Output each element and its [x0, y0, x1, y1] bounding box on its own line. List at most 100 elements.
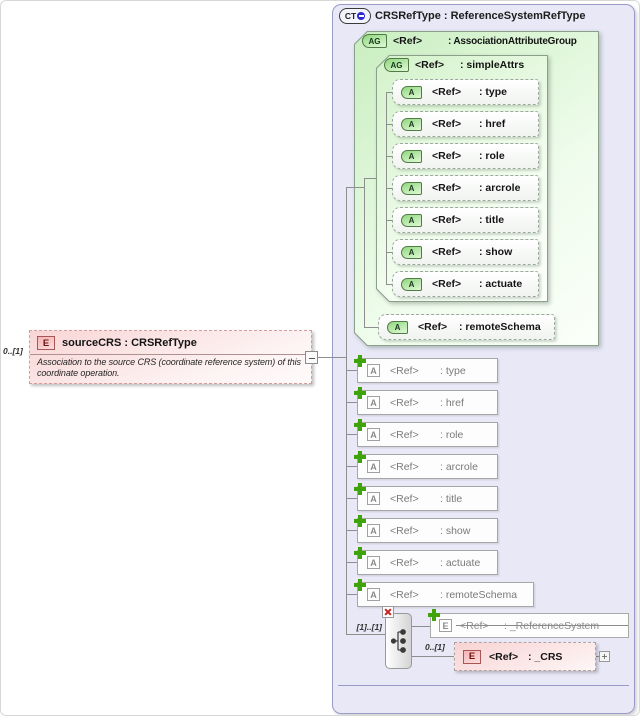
- attr-ref: <Ref>: [432, 246, 462, 258]
- source-header: E sourceCRS : CRSRefType: [30, 331, 311, 350]
- add-attribute-icon[interactable]: [354, 451, 366, 463]
- collapse-dot-icon: [357, 12, 366, 20]
- connector-line: [346, 594, 357, 595]
- connector-line: [346, 370, 357, 371]
- attribute-icon: A: [387, 320, 408, 334]
- attr-row-remoteSchema[interactable]: A <Ref> : remoteSchema: [378, 314, 555, 340]
- attr-name: : remoteSchema: [440, 588, 518, 601]
- element-icon: E: [439, 619, 452, 632]
- attr-ref: <Ref>: [432, 150, 462, 162]
- connector-line: [346, 402, 357, 403]
- add-attribute-icon[interactable]: [354, 387, 366, 399]
- attr-ref: <Ref>: [390, 556, 419, 569]
- add-attribute-icon[interactable]: [354, 419, 366, 431]
- simpleattrs-header: AG <Ref> : simpleAttrs: [384, 58, 524, 72]
- attr-ref: <Ref>: [418, 321, 448, 333]
- attribute-icon: A: [401, 85, 422, 99]
- complextype-icon[interactable]: CT: [339, 8, 371, 24]
- attr-name: : show: [479, 246, 513, 258]
- local-attr-row-href[interactable]: A <Ref> : href: [357, 390, 498, 415]
- element-ref: <Ref>: [489, 650, 519, 663]
- attributegroup-name: : AssociationAttributeGroup: [448, 35, 577, 47]
- attr-row-arcrole[interactable]: A <Ref> : arcrole: [392, 175, 539, 201]
- attribute-icon: A: [367, 364, 380, 377]
- strikethrough-line: [456, 625, 628, 626]
- local-attr-row-actuate[interactable]: A <Ref> : actuate: [357, 550, 498, 575]
- simpleattrs-ref: <Ref>: [415, 59, 445, 71]
- add-element-icon[interactable]: [428, 609, 440, 621]
- connector-line: [346, 498, 357, 499]
- complextype-title: CRSRefType : ReferenceSystemRefType: [375, 10, 586, 22]
- attr-name: : href: [440, 396, 464, 409]
- connector-line: [412, 626, 430, 627]
- attr-ref: <Ref>: [390, 364, 419, 377]
- local-attr-row-remoteSchema[interactable]: A <Ref> : remoteSchema: [357, 582, 534, 607]
- remove-icon[interactable]: [382, 606, 394, 618]
- collapse-toggle-icon[interactable]: [305, 351, 318, 364]
- attr-name: : arcrole: [479, 182, 521, 194]
- add-attribute-icon[interactable]: [354, 579, 366, 591]
- attr-name: : actuate: [440, 556, 481, 569]
- complextype-icon-label: CT: [344, 10, 357, 21]
- local-attr-row-type[interactable]: A <Ref> : type: [357, 358, 498, 383]
- attribute-icon: A: [401, 245, 422, 259]
- element-icon: E: [463, 649, 481, 664]
- connector-line: [346, 187, 347, 634]
- element-box-sourceCRS[interactable]: E sourceCRS : CRSRefType Association to …: [29, 330, 312, 384]
- schema-diagram-canvas: CT CRSRefType : ReferenceSystemRefType A…: [0, 0, 640, 716]
- simpleattrs-name: : simpleAttrs: [460, 59, 525, 71]
- attr-name: : title: [479, 214, 505, 226]
- expand-icon[interactable]: [599, 651, 610, 662]
- attribute-icon: A: [367, 588, 380, 601]
- attribute-icon: A: [401, 149, 422, 163]
- attr-row-title[interactable]: A <Ref> : title: [392, 207, 539, 233]
- attribute-icon: A: [401, 181, 422, 195]
- attr-name: : arcrole: [440, 460, 478, 473]
- connector-line: [364, 327, 378, 328]
- attr-name: : remoteSchema: [459, 321, 541, 333]
- add-attribute-icon[interactable]: [354, 515, 366, 527]
- attr-ref: <Ref>: [390, 460, 419, 473]
- attr-row-show[interactable]: A <Ref> : show: [392, 239, 539, 265]
- attribute-icon: A: [367, 396, 380, 409]
- attributegroup-ref: <Ref>: [393, 35, 423, 47]
- attribute-icon: A: [401, 213, 422, 227]
- attr-row-actuate[interactable]: A <Ref> : actuate: [392, 271, 539, 297]
- attribute-icon: A: [367, 556, 380, 569]
- local-attr-row-show[interactable]: A <Ref> : show: [357, 518, 498, 543]
- attribute-icon: A: [401, 277, 422, 291]
- choice-compositor[interactable]: [385, 613, 412, 669]
- add-attribute-icon[interactable]: [354, 483, 366, 495]
- source-title: sourceCRS : CRSRefType: [62, 337, 197, 349]
- attr-ref: <Ref>: [432, 214, 462, 226]
- attr-row-role[interactable]: A <Ref> : role: [392, 143, 539, 169]
- attributegroup-header: AG <Ref> : AssociationAttributeGroup: [362, 34, 577, 48]
- attr-name: : show: [440, 524, 471, 537]
- source-cardinality: 0..[1]: [3, 346, 23, 356]
- attribute-icon: A: [401, 117, 422, 131]
- attr-ref: <Ref>: [390, 396, 419, 409]
- attributegroup-icon: AG: [362, 34, 387, 48]
- element-row-CRS[interactable]: E <Ref> : _CRS: [454, 642, 596, 671]
- attr-ref: <Ref>: [390, 428, 419, 441]
- add-attribute-icon[interactable]: [354, 547, 366, 559]
- connector-line: [364, 178, 376, 179]
- attr-row-type[interactable]: A <Ref> : type: [392, 79, 539, 105]
- attr-name: : type: [440, 364, 466, 377]
- attr-row-href[interactable]: A <Ref> : href: [392, 111, 539, 137]
- add-attribute-icon[interactable]: [354, 355, 366, 367]
- attribute-icon: A: [367, 492, 380, 505]
- attribute-icon: A: [367, 524, 380, 537]
- local-attr-row-role[interactable]: A <Ref> : role: [357, 422, 498, 447]
- local-attr-row-title[interactable]: A <Ref> : title: [357, 486, 498, 511]
- local-attr-row-arcrole[interactable]: A <Ref> : arcrole: [357, 454, 498, 479]
- attr-name: : role: [479, 150, 505, 162]
- connector-line: [346, 187, 364, 188]
- attr-ref: <Ref>: [432, 182, 462, 194]
- connector-line: [346, 434, 357, 435]
- attr-name: : href: [479, 118, 506, 130]
- element-icon: E: [37, 336, 55, 350]
- annotation-divider: [338, 685, 629, 686]
- element-name: : _CRS: [528, 650, 563, 663]
- choice-cardinality: [1]..[1]: [356, 622, 383, 632]
